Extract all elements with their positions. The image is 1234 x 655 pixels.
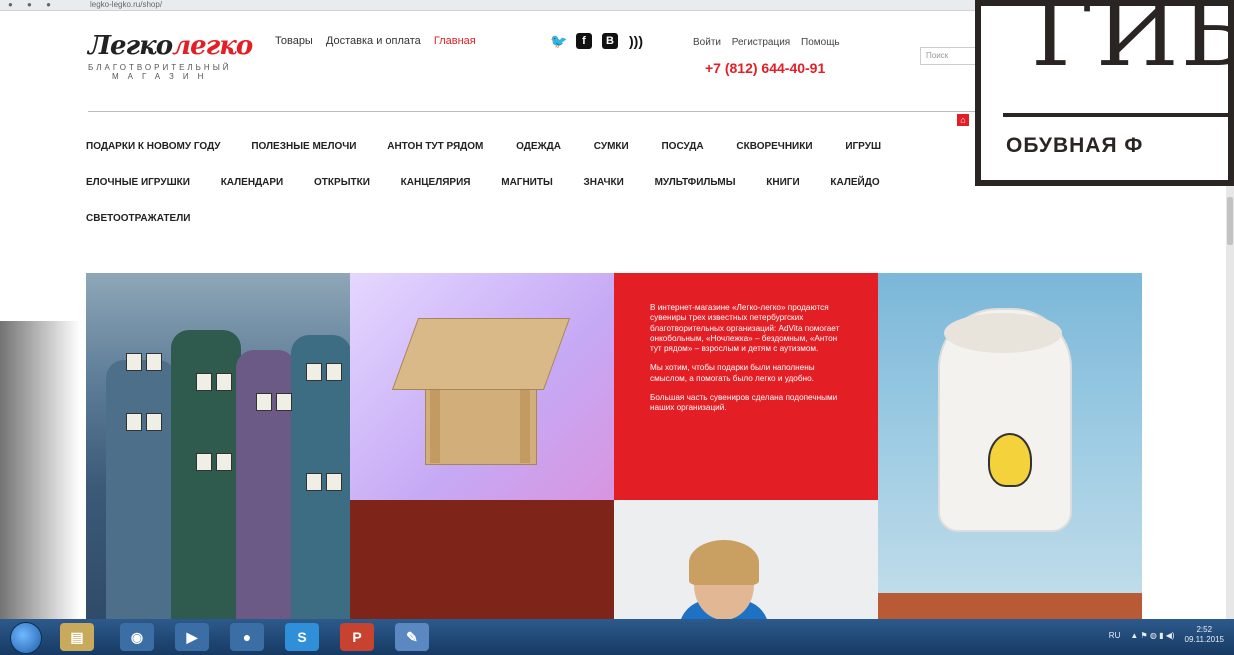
system-tray: RU ▲ ⚑ ◍ ▮ ◀) 2:52 09.11.2015 — [1109, 625, 1224, 645]
paint-icon[interactable]: ✎ — [395, 623, 429, 651]
menu-item[interactable]: КАЛЕЙДО — [830, 177, 879, 188]
powerpoint-icon[interactable]: P — [340, 623, 374, 651]
account-links: Войти Регистрация Помощь — [693, 37, 848, 48]
menu-item[interactable]: ЗНАЧКИ — [584, 177, 624, 188]
tile-orange[interactable] — [878, 593, 1142, 619]
promo-paragraph-3: Большая часть сувениров сделана подопечн… — [650, 392, 838, 412]
phone-number: +7 (812) 644-40-91 — [705, 60, 826, 76]
clock[interactable]: 2:52 09.11.2015 — [1185, 625, 1224, 645]
tile-amsterdam-houses[interactable] — [86, 273, 350, 619]
menu-item[interactable]: ИГРУШ — [845, 141, 881, 152]
window-shadow — [0, 321, 80, 619]
menu-item[interactable]: МАГНИТЫ — [501, 177, 553, 188]
register-link[interactable]: Регистрация — [732, 37, 790, 48]
windows-taskbar: ▤ ◉ ▶ ● S P ✎ RU ▲ ⚑ ◍ ▮ ◀) 2:52 09.11.2… — [0, 619, 1234, 655]
menu-item[interactable]: ПОДАРКИ К НОВОМУ ГОДУ — [86, 141, 221, 152]
promo-text-block: В интернет-магазине «Легко-легко» продаю… — [614, 273, 878, 500]
menu-item[interactable]: ПОЛЕЗНЫЕ МЕЛОЧИ — [251, 141, 356, 152]
category-menu-row-1: ПОДАРКИ К НОВОМУ ГОДУ ПОЛЕЗНЫЕ МЕЛОЧИ АН… — [86, 141, 881, 152]
tile-mugs[interactable] — [878, 273, 1142, 593]
menu-item[interactable]: ЕЛОЧНЫЕ ИГРУШКИ — [86, 177, 190, 188]
media-player-icon[interactable]: ▶ — [175, 623, 209, 651]
category-menu-row-3: СВЕТООТРАЖАТЕЛИ — [86, 213, 190, 224]
menu-item[interactable]: СУМКИ — [594, 141, 629, 152]
clock-time: 2:52 — [1196, 625, 1213, 634]
nav-link-delivery[interactable]: Доставка и оплата — [326, 35, 421, 47]
category-menu-row-2: ЕЛОЧНЫЕ ИГРУШКИ КАЛЕНДАРИ ОТКРЫТКИ КАНЦЕ… — [86, 177, 880, 188]
featured-tiles: В интернет-магазине «Легко-легко» продаю… — [86, 273, 1142, 619]
header-divider — [88, 111, 1038, 112]
login-link[interactable]: Войти — [693, 37, 721, 48]
address-bar[interactable]: legko-legko.ru/shop/ — [90, 0, 162, 9]
tile-person[interactable] — [614, 500, 878, 619]
skype-icon[interactable]: S — [285, 623, 319, 651]
cart-icon[interactable]: ⌂ — [957, 114, 969, 126]
menu-item[interactable]: КАЛЕНДАРИ — [221, 177, 284, 188]
logo-word-1: Легко — [88, 31, 173, 61]
twitter-icon[interactable]: 🐦 — [550, 33, 567, 49]
menu-item[interactable]: АНТОН ТУТ РЯДОМ — [387, 141, 483, 152]
menu-item[interactable]: ОДЕЖДА — [516, 141, 561, 152]
menu-item[interactable]: ПОСУДА — [661, 141, 703, 152]
site-logo[interactable]: Легколегко БЛАГОТВОРИТЕЛЬНЫЙ МАГАЗИН — [88, 31, 258, 106]
badge-divider — [1003, 113, 1234, 117]
logo-line-2: МАГАЗИН — [112, 72, 213, 81]
logo-line-1: БЛАГОТВОРИТЕЛЬНЫЙ — [88, 63, 232, 72]
promo-paragraph-2: Мы хотим, чтобы подарки были наполнены с… — [650, 363, 815, 383]
promo-paragraph-1: В интернет-магазине «Легко-легко» продаю… — [650, 303, 840, 353]
tray-icons[interactable]: ▲ ⚑ ◍ ▮ ◀) — [1130, 631, 1174, 640]
nav-link-products[interactable]: Товары — [275, 35, 313, 47]
badge-small-text: ОБУВНАЯ Ф — [1006, 134, 1144, 157]
facebook-icon[interactable]: f — [576, 33, 592, 49]
menu-item[interactable]: ОТКРЫТКИ — [314, 177, 370, 188]
menu-item[interactable]: КНИГИ — [766, 177, 799, 188]
tile-bird-feeder[interactable] — [350, 273, 614, 500]
rss-icon[interactable]: ))) — [628, 33, 644, 49]
help-link[interactable]: Помощь — [801, 37, 840, 48]
scrollbar-thumb[interactable] — [1227, 197, 1233, 245]
explorer-icon[interactable]: ▤ — [60, 623, 94, 651]
chrome-icon[interactable]: ◉ — [120, 623, 154, 651]
start-button[interactable] — [10, 622, 42, 654]
menu-item[interactable]: КАНЦЕЛЯРИЯ — [401, 177, 471, 188]
menu-item[interactable]: СКВОРЕЧНИКИ — [736, 141, 812, 152]
top-nav: Товары Доставка и оплата Главная — [275, 35, 486, 47]
clock-date: 09.11.2015 — [1184, 635, 1224, 644]
logo-word-2: легко — [172, 31, 253, 61]
browser-nav-buttons[interactable]: ● ● ● — [8, 0, 57, 9]
tile-dark-red[interactable] — [350, 500, 614, 619]
vk-icon[interactable]: B — [602, 33, 618, 49]
overlay-logo-badge: ГИБ ОБУВНАЯ Ф — [975, 0, 1234, 186]
nav-link-home[interactable]: Главная — [434, 35, 476, 47]
language-indicator[interactable]: RU — [1109, 631, 1121, 640]
badge-big-text: ГИБ — [1031, 0, 1234, 88]
social-links: 🐦 f B ))) — [550, 33, 644, 49]
menu-item[interactable]: СВЕТООТРАЖАТЕЛИ — [86, 213, 190, 224]
firefox-icon[interactable]: ● — [230, 623, 264, 651]
menu-item[interactable]: МУЛЬТФИЛЬМЫ — [655, 177, 736, 188]
